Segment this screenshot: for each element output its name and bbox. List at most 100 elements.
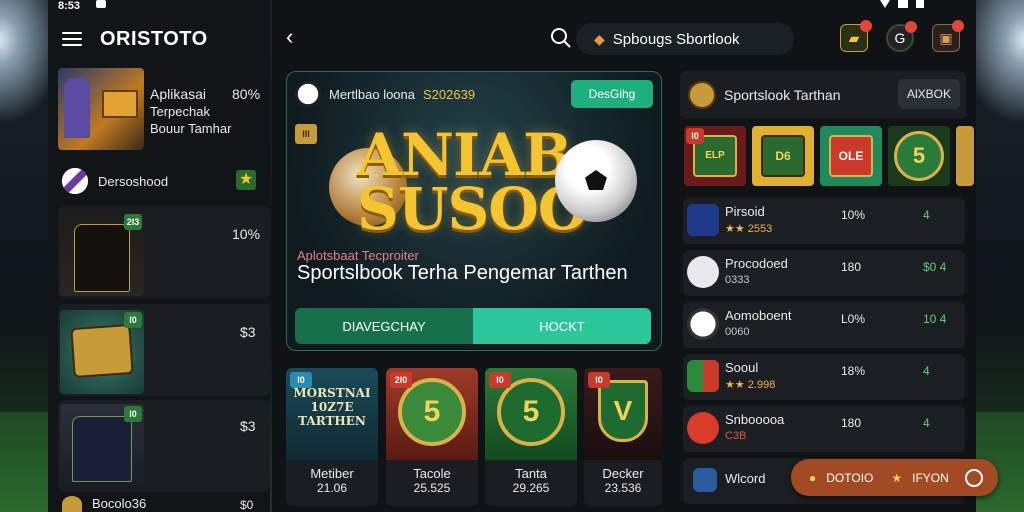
row-sub: C3B [725,430,747,442]
game-name: Decker [602,466,644,481]
card-badge: 2l3 [124,214,142,230]
sport-tile-1[interactable]: ELP l0 [684,126,746,186]
game-shield: V [598,380,648,442]
row-percent: 18% [841,364,866,378]
row-percent: 180 [841,416,862,430]
sportsbook-button[interactable]: AlXBOK [898,79,960,109]
row-icon [687,256,719,288]
hero-badge: lll [295,124,317,144]
bottom-label[interactable]: Bocolo36 [92,496,146,512]
notification-dot [952,20,964,32]
row-icon [687,204,719,236]
sportsbook-logo-icon [688,81,716,109]
search-input[interactable]: ◆ Spbougs Sbortlook [576,23,794,55]
row-percent: L0% [841,312,866,326]
floating-action-pill[interactable]: ● DOTOIO ★ IFYON [791,459,998,496]
card-badge: l0 [124,406,142,422]
game-card-3[interactable]: 5 l0 Tanta 29.265 [485,368,577,506]
seg-right-button[interactable]: HOCKT [473,308,651,344]
game-card-1[interactable]: MORSTNAI 10Z7E TARTHEN l0 Metiber 21.06 [286,368,378,506]
sport-row-4[interactable]: Sooul ★★ 2.998 18% 4 [683,354,965,400]
star-icon[interactable]: ★ [236,170,256,190]
row-sub: ★★ 2.998 [725,379,776,391]
promo-percent: 80% [232,86,261,102]
game-name: Tacole [413,466,451,481]
row-name: Snbooooa [725,412,785,427]
hero-segmented-control: DIAVEGCHAY HOCKT [295,308,651,344]
soccer-ball-icon [555,140,637,222]
sport-row-1[interactable]: Pirsoid ★★ 2553 10% 4 [683,198,965,244]
row-rating: 4 [923,364,930,378]
row-sub: 0060 [725,326,750,338]
game-value: 23.536 [604,481,642,495]
jersey-thumb: l0 [60,404,144,488]
sportsbook-header: Sportslook Tarthan AlXBOK [680,71,966,119]
pill-right-label: IFYON [912,470,949,485]
status-icons [880,0,970,8]
smile-icon[interactable] [964,468,983,487]
row-icon [687,412,719,444]
ticket-icon[interactable]: ▰ [840,20,872,52]
sport-row-5[interactable]: Snbooooa C3B 180 4 [683,406,965,452]
sport-tile-5[interactable] [956,126,974,186]
promo-thumbnail[interactable] [58,68,144,150]
search-icon[interactable] [550,27,572,49]
game-coin: 5 [398,378,466,446]
sport-tile-3[interactable]: OLE [820,126,882,186]
row-name: Wlcord [725,471,766,486]
brand-logo[interactable]: ORISTOTO [100,28,208,51]
row-name: Sooul [725,360,759,375]
hero-code: S202639 [423,86,476,102]
left-card-2[interactable]: l0 $3 [58,304,270,396]
row-sub: ★★ 2553 [725,223,773,235]
row-rating: $0 4 [923,260,947,274]
row-icon [693,468,717,492]
status-time: 8:53 [58,0,81,12]
sport-tile-4[interactable]: 5 [888,126,950,186]
sportsbook-title: Sportslook Tarthan [724,87,841,103]
menu-icon[interactable] [62,32,82,46]
tile-art: OLE [829,135,873,177]
game-art: 5 l0 [485,368,577,460]
game-card-2[interactable]: 5 2l0 Tacole 25.525 [386,368,478,506]
wallet-icon[interactable]: ▣ [932,20,964,52]
game-card-4[interactable]: V l0 Decker 23.536 [584,368,662,506]
row-percent: 10% [841,208,866,222]
hero-cta-button[interactable]: DesGihg [571,80,653,108]
hero-logo-text: ANIAB SUSOO [357,121,588,238]
left-card-3[interactable]: l0 $3 [58,400,270,492]
sport-row-3[interactable]: Aomoboent 0060 L0% 10 4 [683,302,965,348]
promo-art [102,90,138,118]
game-name: Metiber [310,466,354,481]
section-label[interactable]: Dersoshood [98,174,168,190]
crest-thumb: l0 [60,310,144,394]
promo-title-2: Terpechak [150,104,210,119]
status-icon [96,0,106,8]
game-art-text: MORSTNAI 10Z7E TARTHEN [293,386,371,428]
sport-tile-2[interactable]: D6 [752,126,814,186]
promo-title-3: Bouur Tamhar [150,121,232,136]
game-name: Tanta [515,466,547,481]
jersey-shape [72,416,132,482]
coin-icon: ● [809,470,817,485]
row-name: Procodoed [725,256,788,271]
row-sub: 0333 [725,274,750,286]
game-badge: l0 [588,372,610,388]
left-card-1[interactable]: 2l3 10% [58,206,270,298]
sport-row-2[interactable]: Procodoed 0333 180 $0 4 [683,250,965,296]
back-icon[interactable]: ‹ [286,26,293,48]
game-badge: l0 [489,372,511,388]
refresh-icon[interactable]: G [886,21,917,52]
crest-shape [70,323,134,379]
jersey-shape [74,224,130,292]
game-art: MORSTNAI 10Z7E TARTHEN l0 [286,368,378,460]
bottom-logo-icon [62,496,82,512]
player-figure [64,78,90,138]
game-coin: 5 [497,378,565,446]
logo-line-1: ANIAB [357,121,572,189]
bottom-percent: $0 [240,498,254,512]
seg-left-button[interactable]: DIAVEGCHAY [295,308,473,344]
tile-badge: l0 [686,128,704,144]
hero-banner[interactable]: Mertlbao loona S202639 DesGihg lll ANIAB… [286,71,662,351]
row-icon [687,360,719,392]
